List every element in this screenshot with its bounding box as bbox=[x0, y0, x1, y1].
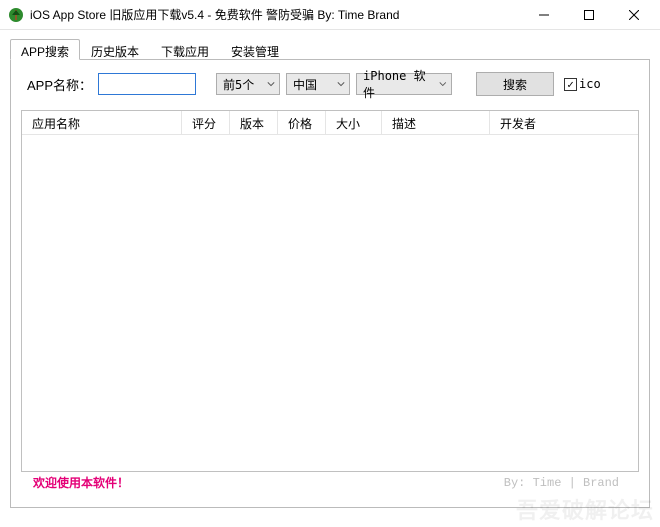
footer-credit: By: Time | Brand bbox=[504, 476, 619, 490]
col-app-name[interactable]: 应用名称 bbox=[22, 111, 182, 134]
limit-select[interactable]: 前5个 bbox=[216, 73, 280, 95]
minimize-button[interactable] bbox=[521, 0, 566, 29]
ico-checkbox[interactable]: ✓ ico bbox=[564, 77, 601, 91]
tab-panel-search: APP名称： 前5个 中国 iPhone 软件 搜索 ✓ ico bbox=[10, 60, 650, 508]
chevron-down-icon bbox=[337, 80, 345, 88]
footer: 欢迎使用本软件！ By: Time | Brand bbox=[21, 472, 639, 491]
device-select[interactable]: iPhone 软件 bbox=[356, 73, 452, 95]
col-size[interactable]: 大小 bbox=[326, 111, 382, 134]
search-row: APP名称： 前5个 中国 iPhone 软件 搜索 ✓ ico bbox=[21, 72, 639, 96]
search-button[interactable]: 搜索 bbox=[476, 72, 554, 96]
app-name-input[interactable] bbox=[98, 73, 196, 95]
chevron-down-icon bbox=[439, 80, 447, 88]
tab-bar: APP搜索 历史版本 下载应用 安装管理 bbox=[10, 38, 650, 60]
content-area: APP搜索 历史版本 下载应用 安装管理 APP名称： 前5个 中国 iPhon… bbox=[0, 30, 660, 512]
titlebar: iOS App Store 旧版应用下载v5.4 - 免费软件 警防受骗 By:… bbox=[0, 0, 660, 30]
col-developer[interactable]: 开发者 bbox=[490, 111, 638, 134]
maximize-button[interactable] bbox=[566, 0, 611, 29]
col-version[interactable]: 版本 bbox=[230, 111, 278, 134]
chevron-down-icon bbox=[267, 80, 275, 88]
app-name-label: APP名称： bbox=[27, 75, 92, 94]
tab-install[interactable]: 安装管理 bbox=[220, 39, 290, 60]
col-price[interactable]: 价格 bbox=[278, 111, 326, 134]
region-select[interactable]: 中国 bbox=[286, 73, 350, 95]
results-list[interactable]: 应用名称 评分 版本 价格 大小 描述 开发者 bbox=[21, 110, 639, 472]
col-rating[interactable]: 评分 bbox=[182, 111, 230, 134]
tab-download[interactable]: 下载应用 bbox=[150, 39, 220, 60]
tab-history[interactable]: 历史版本 bbox=[80, 39, 150, 60]
tab-app-search[interactable]: APP搜索 bbox=[10, 39, 80, 60]
list-header: 应用名称 评分 版本 价格 大小 描述 开发者 bbox=[22, 111, 638, 135]
window-controls bbox=[521, 0, 656, 29]
window-title: iOS App Store 旧版应用下载v5.4 - 免费软件 警防受骗 By:… bbox=[30, 6, 521, 23]
col-desc[interactable]: 描述 bbox=[382, 111, 490, 134]
ico-label: ico bbox=[579, 77, 601, 91]
close-button[interactable] bbox=[611, 0, 656, 29]
welcome-text: 欢迎使用本软件！ bbox=[33, 474, 129, 491]
device-value: iPhone 软件 bbox=[363, 67, 433, 101]
checkbox-icon: ✓ bbox=[564, 78, 577, 91]
region-value: 中国 bbox=[293, 76, 317, 93]
limit-value: 前5个 bbox=[223, 76, 254, 93]
app-icon bbox=[8, 7, 24, 23]
